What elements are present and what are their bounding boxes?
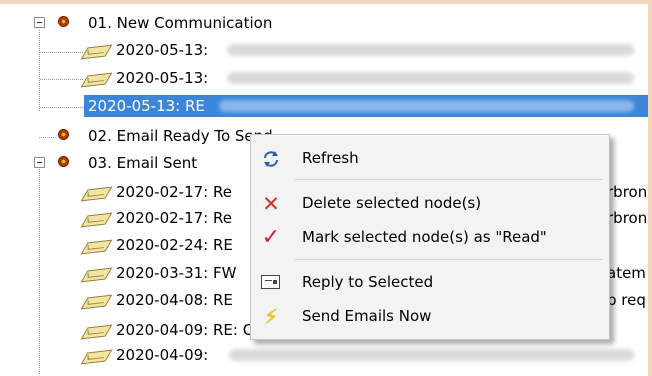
tree-node-email[interactable]: 2020-04-09: (0, 344, 648, 366)
menu-item-label: Refresh (302, 149, 359, 167)
node-label-tail: atem (607, 264, 646, 282)
folder-status-icon (58, 156, 69, 167)
reply-icon (261, 275, 280, 289)
email-icon (80, 294, 113, 310)
folder-status-icon (58, 129, 69, 140)
email-icon (80, 44, 113, 60)
menu-item-label: Mark selected node(s) as "Read" (302, 228, 547, 246)
context-menu[interactable]: Refresh ✕ Delete selected node(s) ✓ Mark… (250, 134, 610, 340)
folder-status-icon (58, 16, 69, 27)
email-icon (80, 239, 113, 255)
node-label: 2020-02-17: Re (116, 209, 232, 227)
email-icon (80, 267, 113, 283)
email-icon (80, 186, 113, 202)
redacted-text (219, 100, 634, 112)
email-icon (80, 212, 113, 228)
delete-selected-menu-item[interactable]: ✕ Delete selected node(s) (251, 188, 609, 219)
window-right-border (648, 0, 652, 376)
menu-separator (295, 179, 603, 180)
menu-item-label: Delete selected node(s) (302, 194, 482, 212)
node-label: 2020-05-13: (116, 69, 209, 87)
node-label: 2020-04-08: RE (116, 291, 233, 309)
mark-read-menu-item[interactable]: ✓ Mark selected node(s) as "Read" (251, 222, 609, 253)
menu-item-label: Reply to Selected (302, 273, 434, 291)
refresh-icon (261, 149, 281, 169)
reply-to-selected-menu-item[interactable]: Reply to Selected (251, 267, 609, 298)
tree-node-email[interactable]: 2020-05-13: (0, 67, 648, 89)
node-label: 2020-04-09: (116, 346, 209, 364)
node-label: 03. Email Sent (88, 154, 198, 172)
menu-item-label: Send Emails Now (302, 307, 432, 325)
tree-node-email-selected[interactable]: 2020-05-13: RE (0, 95, 648, 117)
node-label: 2020-02-17: Re (116, 183, 232, 201)
email-icon (80, 349, 113, 365)
node-label-tail: p req (607, 291, 646, 309)
email-icon (80, 324, 113, 340)
node-label: 2020-03-31: FW (116, 264, 237, 282)
collapse-icon[interactable] (34, 157, 45, 168)
node-label: 02. Email Ready To Send (88, 127, 273, 145)
menu-separator (295, 259, 603, 260)
node-label: 01. New Communication (88, 14, 273, 32)
node-label: 2020-02-24: RE (116, 236, 233, 254)
lightning-bolt-icon: ⚡ (263, 305, 279, 329)
redacted-text (227, 44, 634, 56)
send-emails-now-menu-item[interactable]: ⚡ Send Emails Now (251, 301, 609, 332)
node-label: 2020-05-13: RE (88, 97, 205, 115)
collapse-icon[interactable] (34, 17, 45, 28)
tree-node-new-communication[interactable]: 01. New Communication (0, 12, 648, 34)
redacted-text (229, 349, 634, 361)
tree-node-email[interactable]: 2020-05-13: (0, 39, 648, 61)
refresh-menu-item[interactable]: Refresh (251, 143, 609, 174)
node-label: 2020-05-13: (116, 41, 209, 59)
delete-icon: ✕ (262, 192, 280, 216)
email-icon (80, 72, 113, 88)
redacted-text (227, 72, 634, 84)
node-label-tail: rbron (607, 183, 648, 201)
node-label-tail: rbron (607, 209, 648, 227)
check-icon: ✓ (261, 225, 281, 250)
